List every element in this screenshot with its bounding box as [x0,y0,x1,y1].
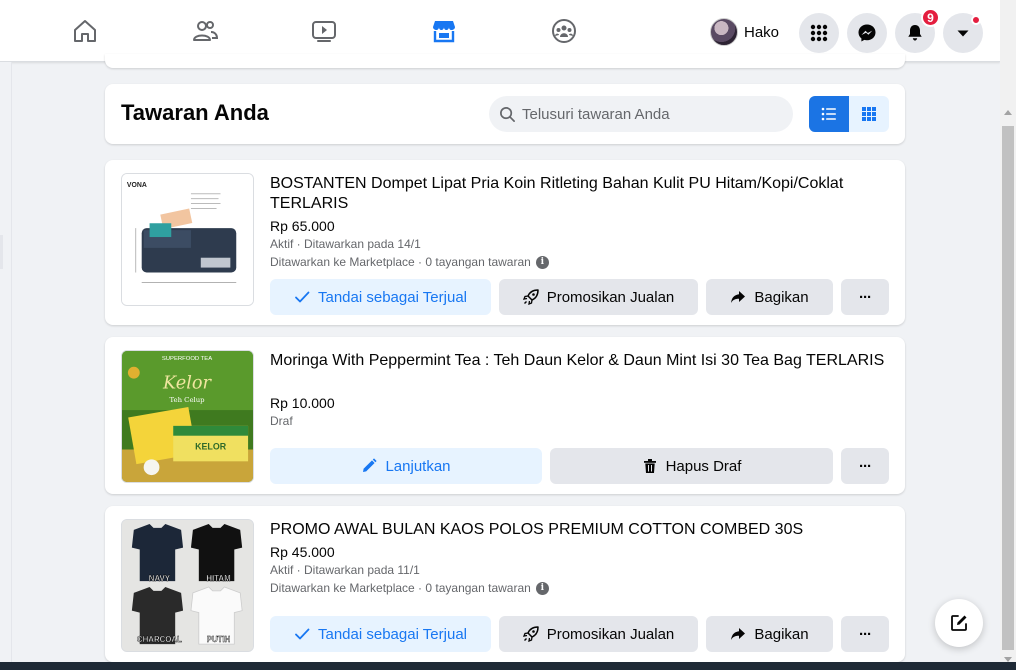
checkmark-icon [295,291,310,303]
rocket-icon [522,626,539,642]
listing-card: VONA BOSTANTEN Dompet Lipat Pria Koin Ri… [105,160,905,325]
listing-thumbnail[interactable]: SUPERFOOD TEA Kelor Teh Celup KELOR [121,350,254,483]
nav-tab-marketplace[interactable] [390,0,498,62]
top-navigation-bar: Hako 9 [0,0,1000,62]
notification-count-badge: 9 [921,8,940,27]
delete-draft-button[interactable]: Hapus Draf [550,448,833,484]
rocket-icon [522,289,539,305]
grid-icon [862,107,876,121]
thumb-label-charcoal: CHARCOAL [137,635,182,644]
listing-stats: Ditawarkan ke Marketplace · 0 tayangan t… [270,581,549,595]
avatar [710,18,738,46]
more-icon: ··· [859,457,872,475]
thumb-label-navy: NAVY [149,574,171,583]
mark-as-sold-button[interactable]: Tandai sebagai Terjual [270,616,491,652]
listing-status: Draf [270,414,293,428]
more-options-button[interactable]: ··· [841,279,889,315]
tea-product-image: SUPERFOOD TEA Kelor Teh Celup KELOR [122,351,253,482]
share-arrow-icon [731,291,746,303]
new-message-button[interactable] [935,599,983,647]
watch-icon [312,21,336,42]
messenger-icon [858,24,876,42]
search-icon [500,106,515,122]
notifications-button[interactable]: 9 [895,8,940,53]
tshirt-product-image: NAVY HITAM CHARCOAL PUTIH [122,520,253,651]
thumb-header-text: SUPERFOOD TEA [162,356,212,362]
scroll-up-arrow-icon[interactable] [1004,110,1012,115]
listing-card: NAVY HITAM CHARCOAL PUTIH PROMO AWAL BUL… [105,506,905,662]
thumb-label-hitam: HITAM [206,574,231,583]
thumb-brand-text: VONA [127,182,147,189]
continue-draft-button[interactable]: Lanjutkan [270,448,542,484]
more-options-button[interactable]: ··· [841,448,889,484]
messenger-button[interactable] [847,13,887,53]
os-taskbar-edge [0,662,1016,670]
more-options-button[interactable]: ··· [841,616,889,652]
listing-card: SUPERFOOD TEA Kelor Teh Celup KELOR Mori… [105,337,905,494]
account-alert-dot [971,15,981,25]
info-icon[interactable]: i [535,581,549,595]
search-box[interactable] [489,96,793,132]
thumb-label-putih: PUTIH [207,635,231,644]
profile-name: Hako [744,23,780,41]
groups-icon [552,19,576,43]
listings-header-card: Tawaran Anda [105,84,905,144]
listing-thumbnail[interactable]: NAVY HITAM CHARCOAL PUTIH [121,519,254,652]
listing-thumbnail[interactable]: VONA [121,173,254,306]
checkmark-icon [295,628,310,640]
share-button[interactable]: Bagikan [706,616,833,652]
home-icon [74,20,96,42]
scrollbar-thumb[interactable] [1002,126,1014,650]
pencil-icon [363,458,378,472]
more-icon: ··· [859,288,872,306]
nav-tab-home[interactable] [31,0,139,62]
caret-down-icon [957,30,969,37]
promote-listing-button[interactable]: Promosikan Jualan [499,616,698,652]
page-title: Tawaran Anda [121,100,269,125]
wallet-product-image: VONA [122,174,253,305]
thumb-script-text: Kelor [162,373,213,393]
trash-icon [643,459,656,473]
list-icon [821,107,836,121]
sidebar-resize-handle[interactable] [0,235,3,269]
share-button[interactable]: Bagikan [706,279,833,315]
previous-card-edge [105,54,905,68]
thumb-box-text: KELOR [195,441,227,451]
vertical-scrollbar[interactable] [1000,0,1016,670]
mark-as-sold-button[interactable]: Tandai sebagai Terjual [270,279,491,315]
left-sidebar-edge [0,62,12,670]
nav-tab-watch[interactable] [270,0,378,62]
menu-grid-icon [810,24,828,42]
nav-tab-groups[interactable] [510,0,618,62]
more-icon: ··· [859,625,872,643]
thumb-sub-text: Teh Celup [169,396,205,404]
view-toggle [809,96,889,132]
listing-title[interactable]: PROMO AWAL BULAN KAOS POLOS PREMIUM COTT… [270,520,895,540]
listing-stats: Ditawarkan ke Marketplace · 0 tayangan t… [270,255,549,269]
promote-listing-button[interactable]: Promosikan Jualan [499,279,698,315]
listing-status: Aktif · Ditawarkan pada 11/1 [270,563,420,577]
share-arrow-icon [731,628,746,640]
listing-price: Rp 10.000 [270,395,335,411]
account-menu-button[interactable] [943,13,983,53]
listing-price: Rp 65.000 [270,218,335,234]
nav-tab-friends[interactable] [151,0,259,62]
info-icon[interactable]: i [535,255,549,269]
marketplace-icon [433,21,455,43]
listing-title[interactable]: Moringa With Peppermint Tea : Teh Daun K… [270,351,895,371]
listing-title[interactable]: BOSTANTEN Dompet Lipat Pria Koin Ritleti… [270,174,895,214]
search-input[interactable] [522,105,782,123]
compose-icon [951,615,967,631]
profile-shortcut[interactable]: Hako [706,14,785,50]
list-view-button[interactable] [809,96,849,132]
listing-price: Rp 45.000 [270,544,335,560]
friends-icon [193,21,219,41]
menu-button[interactable] [799,13,839,53]
listing-status: Aktif · Ditawarkan pada 14/1 [270,237,421,251]
grid-view-button[interactable] [849,96,889,132]
bell-icon [908,25,922,41]
